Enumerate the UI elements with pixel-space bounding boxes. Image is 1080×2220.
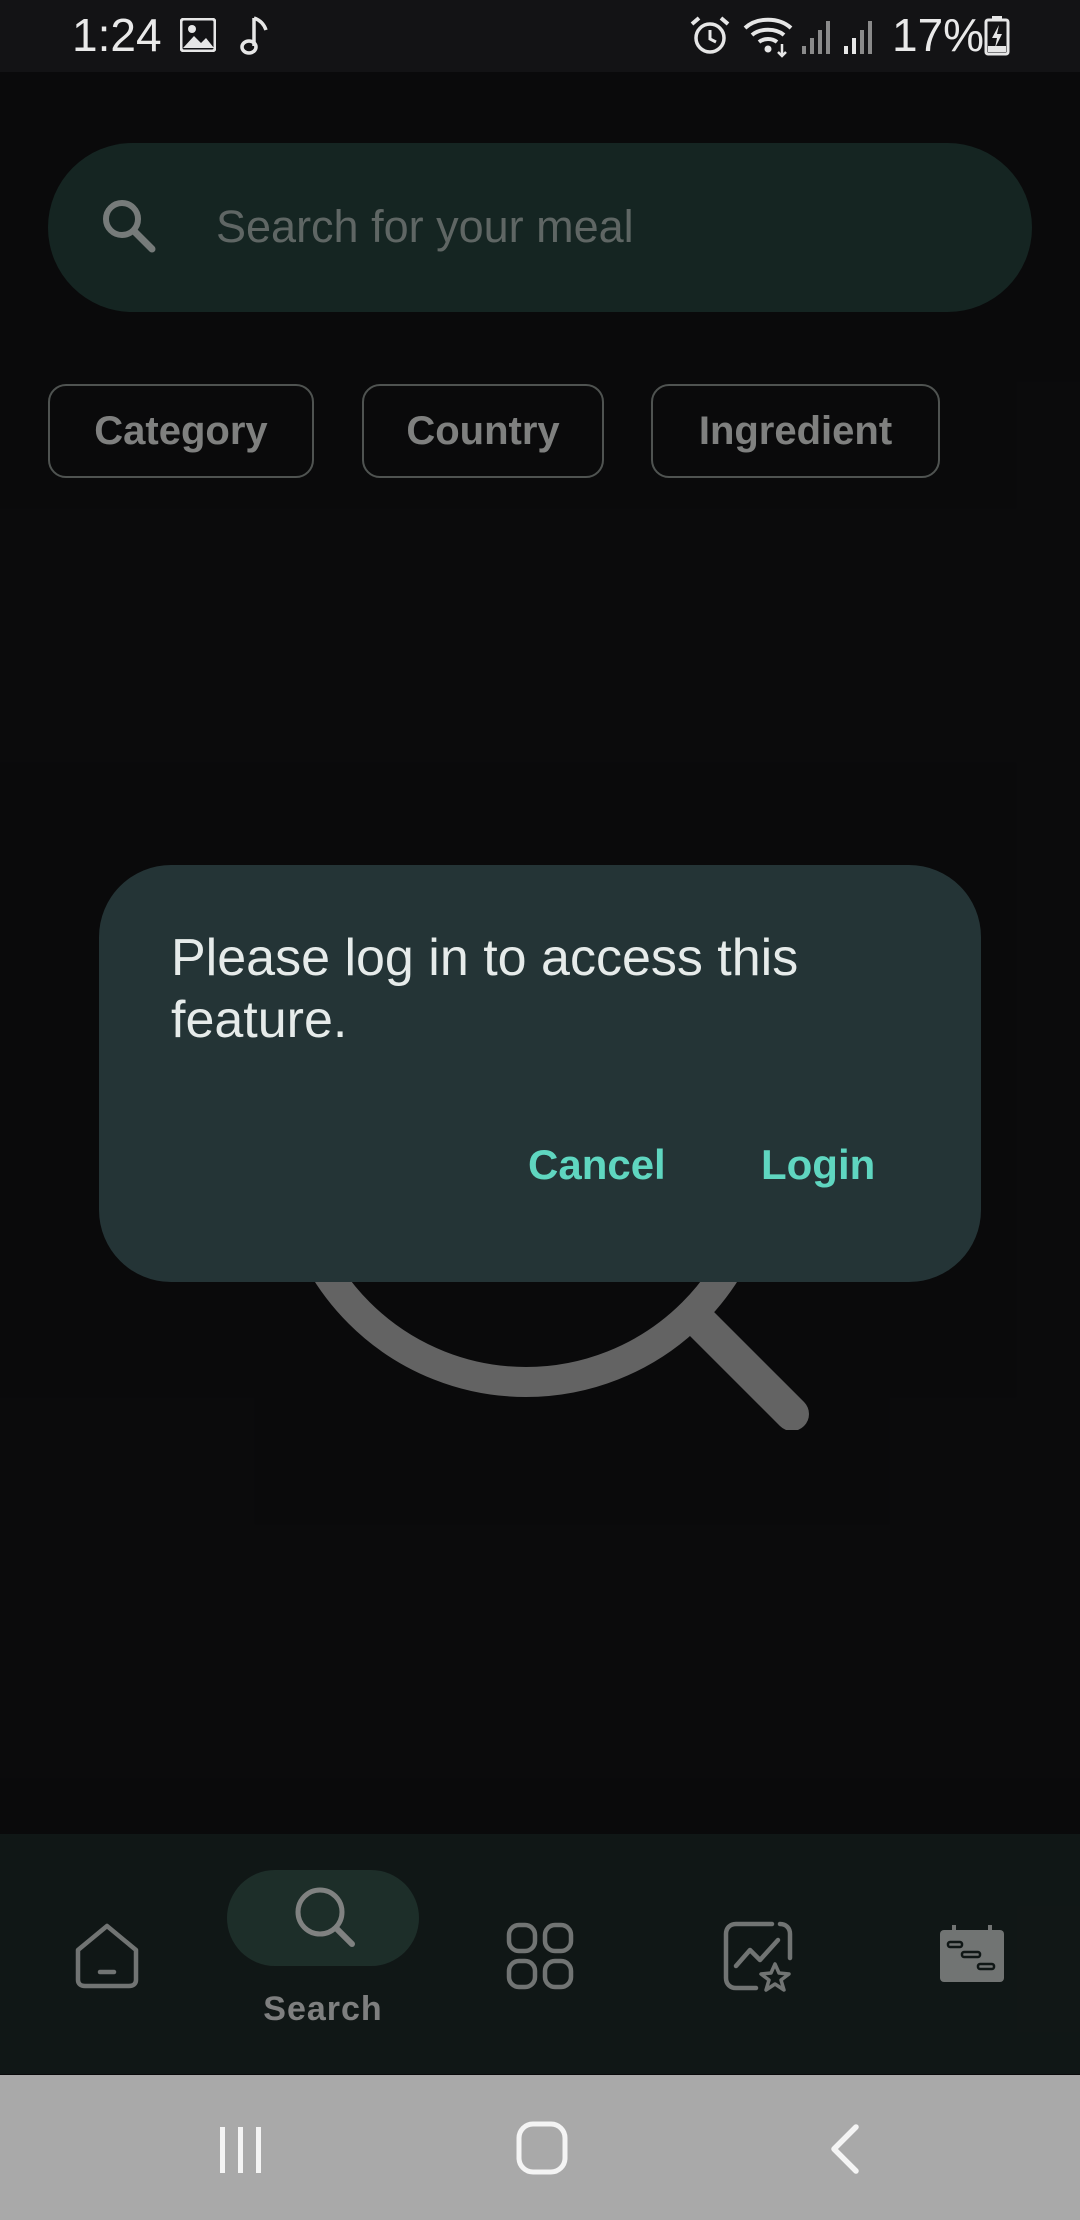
signal-icon <box>800 18 834 61</box>
cancel-button[interactable]: Cancel <box>528 1141 666 1189</box>
image-icon <box>179 17 217 57</box>
back-icon[interactable] <box>826 2123 862 2180</box>
dialog-message: Please log in to access this feature. <box>171 929 799 1049</box>
wifi-icon <box>742 14 794 63</box>
status-time: 1:24 <box>72 9 162 61</box>
music-note-icon <box>240 14 270 61</box>
login-button[interactable]: Login <box>761 1141 875 1189</box>
system-navigation-bar <box>0 2075 1080 2220</box>
recent-apps-icon[interactable] <box>216 2125 266 2180</box>
home-button-icon[interactable] <box>516 2121 568 2180</box>
screen: 1:24 17% Search for your meal Category C… <box>0 0 1080 2220</box>
alarm-icon <box>688 14 732 63</box>
battery-percentage: 17% <box>892 9 985 61</box>
status-bar: 1:24 17% <box>0 0 1080 72</box>
battery-charging-icon <box>984 16 1010 61</box>
login-dialog: Please log in to access this feature. Ca… <box>99 865 981 1282</box>
signal-icon <box>842 18 876 61</box>
